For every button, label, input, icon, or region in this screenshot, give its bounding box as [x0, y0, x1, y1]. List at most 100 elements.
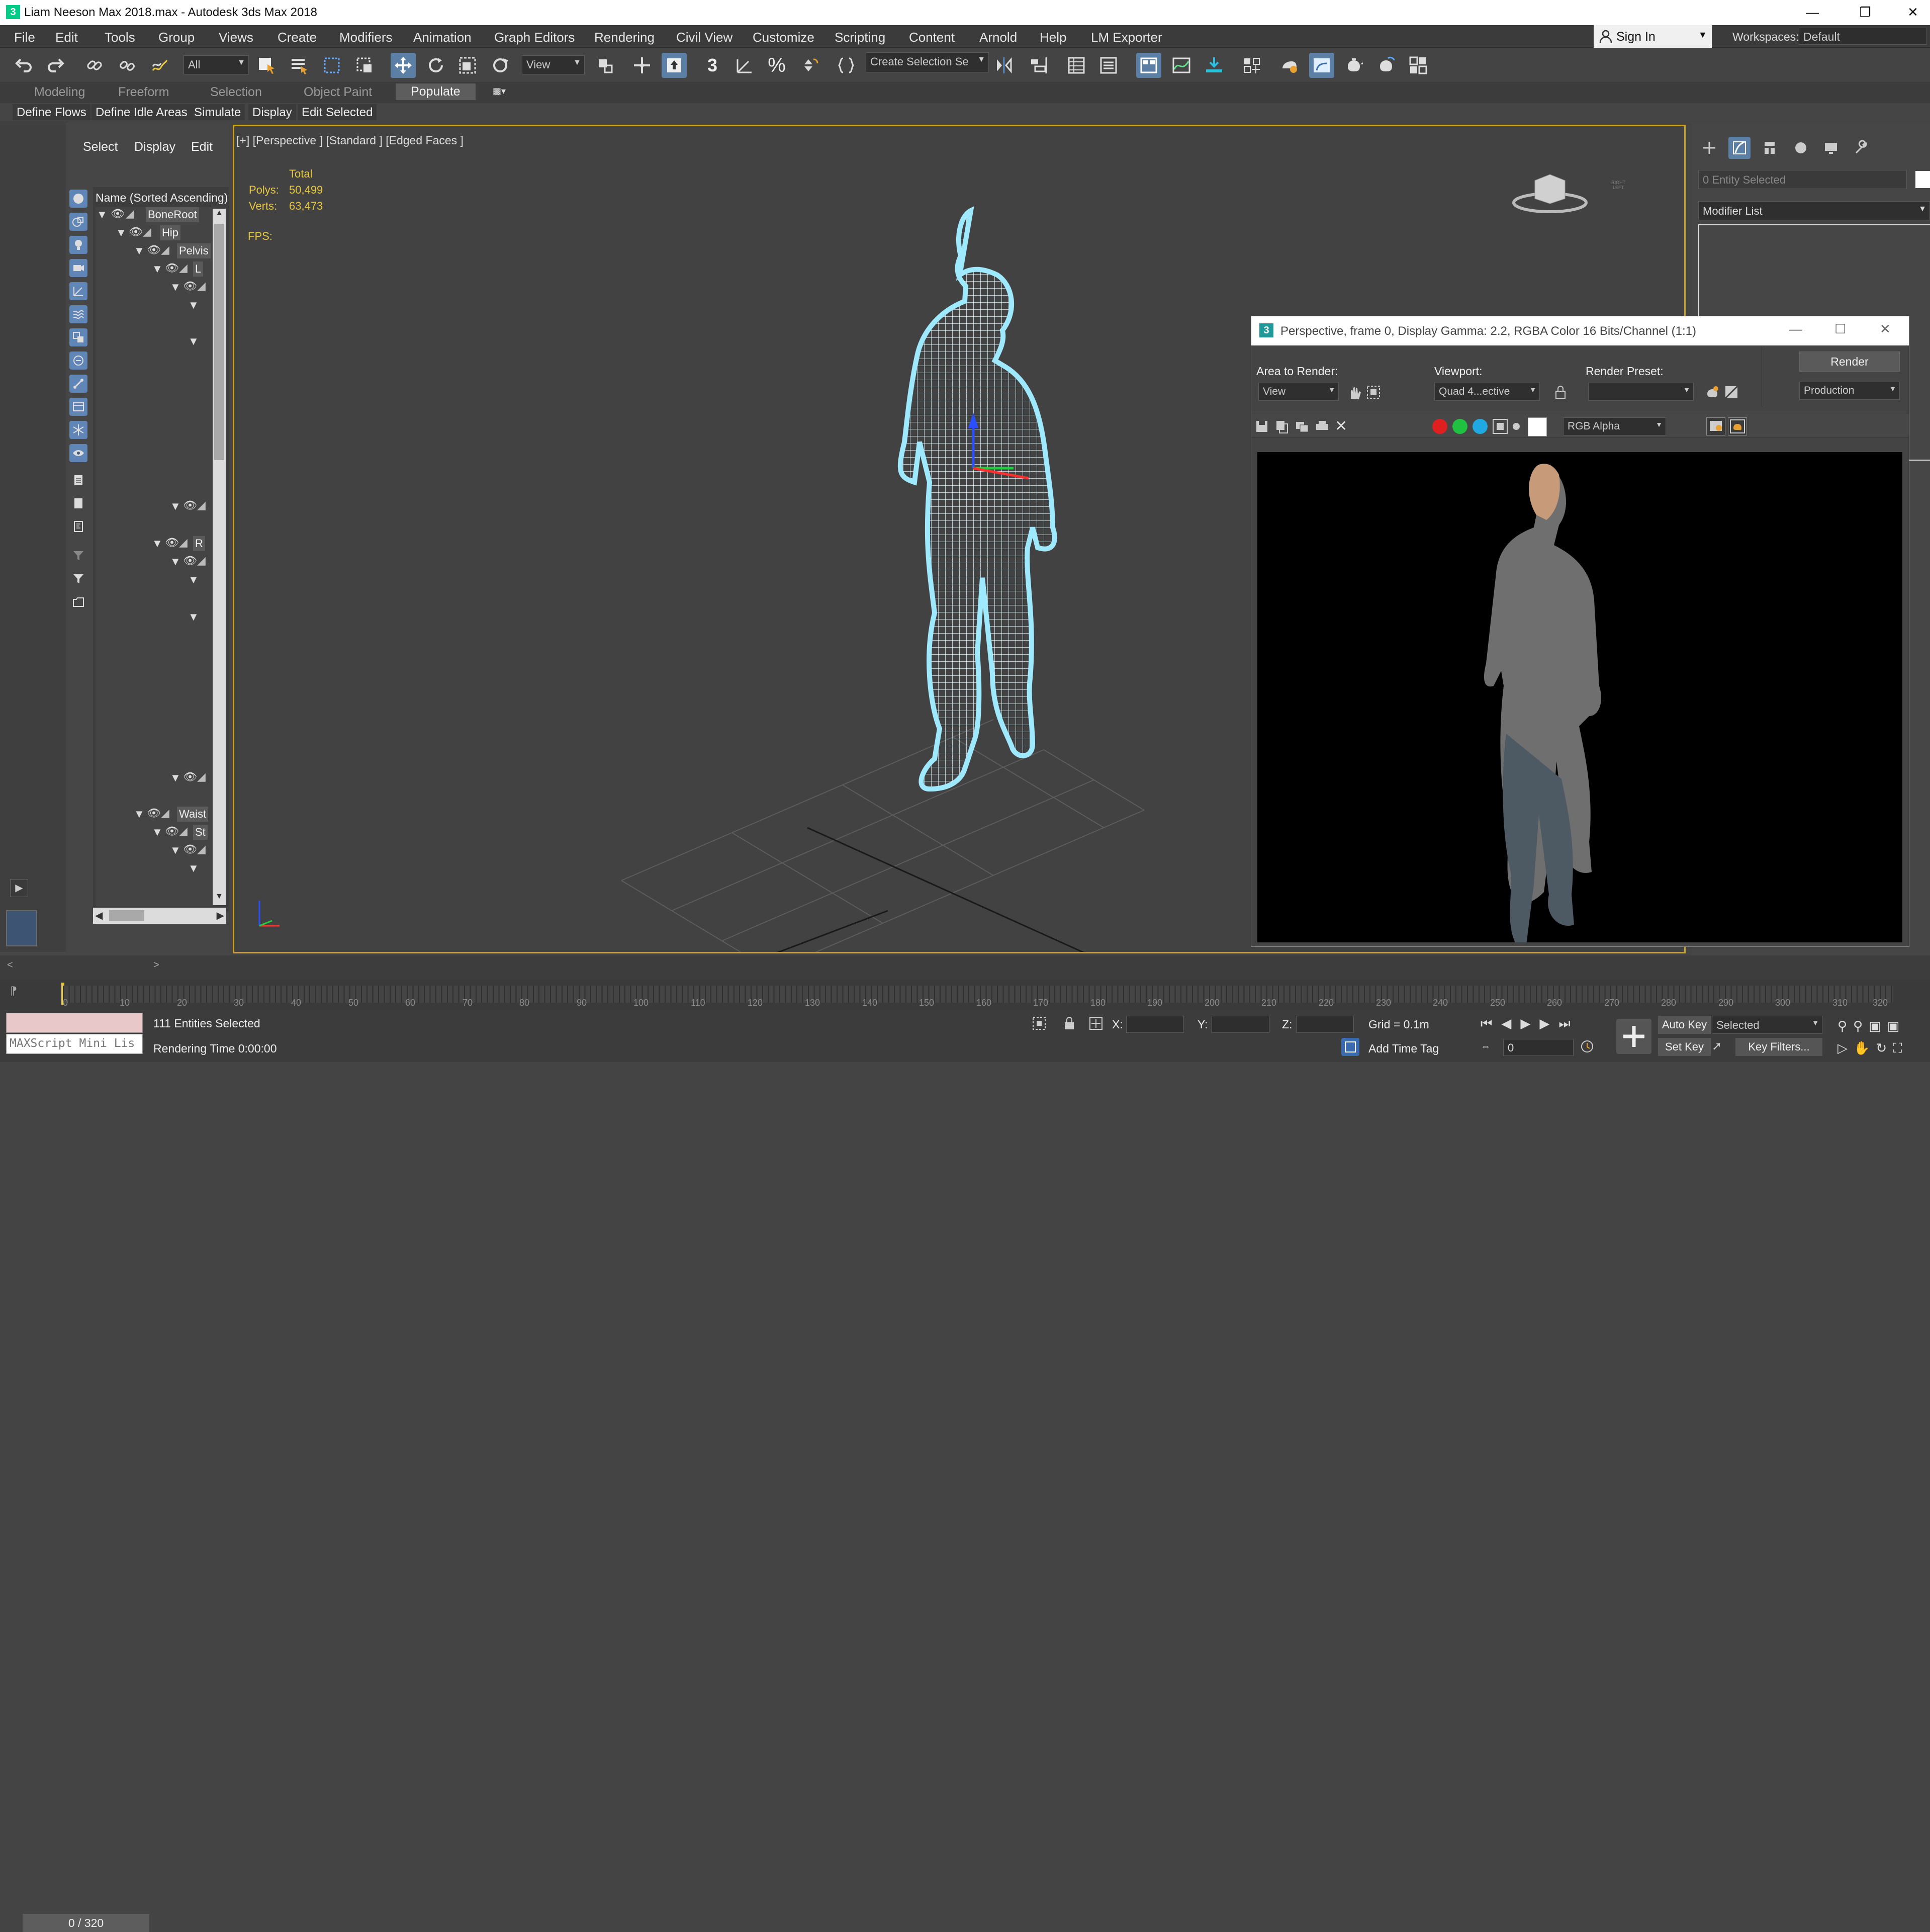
green-channel-toggle[interactable]	[1452, 419, 1467, 434]
display-cameras-button[interactable]	[69, 259, 87, 277]
mirror-button[interactable]	[991, 53, 1017, 78]
scene-menu-display[interactable]: Display	[134, 140, 175, 154]
tree-row[interactable]: ▼ 👁 ◢	[169, 554, 216, 571]
visibility-eye-icon[interactable]: 👁	[165, 536, 179, 549]
tab-modeling[interactable]: Modeling	[34, 85, 85, 100]
align-button[interactable]	[1026, 53, 1051, 78]
expand-panel-button[interactable]: ▶	[10, 879, 28, 897]
area-to-render-dropdown[interactable]: View ▼	[1258, 383, 1339, 401]
curve-editor-button[interactable]	[1169, 53, 1194, 78]
monochrome-toggle[interactable]	[1513, 423, 1520, 430]
sign-in-dropdown[interactable]: Sign In ▼	[1594, 25, 1712, 48]
tab-freeform[interactable]: Freeform	[118, 85, 169, 100]
select-and-scale-button[interactable]	[455, 53, 480, 78]
blue-channel-toggle[interactable]	[1473, 419, 1488, 434]
scene-menu-select[interactable]: Select	[83, 140, 118, 154]
rendered-frame-window-button[interactable]	[1309, 53, 1334, 78]
link-button[interactable]	[82, 53, 107, 78]
keyboard-shortcut-override-button[interactable]	[662, 53, 687, 78]
select-and-move-button[interactable]	[391, 53, 416, 78]
add-time-tag[interactable]: Add Time Tag	[1368, 1042, 1439, 1056]
display-containers-button[interactable]	[69, 398, 87, 416]
select-object-button[interactable]	[254, 53, 279, 78]
tree-row-hip[interactable]: ▼ 👁 ◢ Hip	[115, 225, 216, 242]
menu-civil-view[interactable]: Civil View	[676, 30, 732, 45]
auto-key-button[interactable]: Auto Key	[1658, 1016, 1711, 1034]
invert-display-button[interactable]	[69, 517, 87, 536]
track-bar[interactable]: ⁋ 0 10 20 30 40 50 60 70 80 90 100 110 1…	[0, 980, 1930, 1010]
menu-help[interactable]: Help	[1040, 30, 1066, 45]
next-frame-button[interactable]: ▶	[1539, 1016, 1558, 1031]
pan-icon[interactable]: ✋	[1854, 1040, 1876, 1056]
go-to-start-button[interactable]: ⏮	[1481, 1016, 1501, 1031]
tree-row-waist[interactable]: ▼ 👁 ◢ Waist	[133, 807, 216, 824]
auto-region-button[interactable]	[1366, 385, 1381, 400]
display-xrefs-button[interactable]	[69, 352, 87, 370]
render-in-cloud-button[interactable]	[1373, 53, 1399, 78]
toggle-ui-button[interactable]	[1728, 417, 1747, 435]
visibility-eye-icon[interactable]: 👁	[147, 243, 161, 256]
curve-editor-toggle-icon[interactable]: ⁋	[10, 985, 17, 998]
expand-arrow-icon[interactable]: ▼	[188, 335, 199, 348]
menu-edit[interactable]: Edit	[55, 30, 78, 45]
print-image-button[interactable]	[1315, 419, 1330, 434]
zoom-all-icon[interactable]: ⚲	[1853, 1018, 1869, 1033]
visibility-eye-icon[interactable]: 👁	[147, 807, 161, 820]
scene-menu-edit[interactable]: Edit	[191, 140, 213, 154]
expand-arrow-icon[interactable]: ▼	[170, 771, 181, 784]
maximize-button[interactable]: ❐	[1843, 0, 1888, 25]
modify-tab[interactable]	[1728, 137, 1751, 159]
filter-active-button[interactable]	[69, 570, 87, 588]
close-button[interactable]: ✕	[1880, 321, 1891, 337]
schematic-view-button[interactable]	[1202, 53, 1227, 78]
visibility-eye-icon[interactable]: 👁	[111, 207, 125, 220]
simulate-button[interactable]: Simulate	[190, 104, 245, 120]
orbit-icon[interactable]: ↻	[1876, 1040, 1893, 1056]
bind-space-warp-button[interactable]	[147, 53, 172, 78]
tab-populate[interactable]: Populate	[396, 83, 476, 100]
display-space-warps-button[interactable]	[69, 305, 87, 323]
toggle-ui-overlay-button[interactable]	[1706, 417, 1725, 435]
select-and-place-button[interactable]	[489, 53, 514, 78]
viewport-layout-tab[interactable]	[6, 910, 37, 946]
visibility-eye-icon[interactable]: 👁	[165, 261, 179, 275]
modifier-list-dropdown[interactable]: Modifier List ▼	[1698, 201, 1930, 220]
toggle-scene-explorer-button[interactable]	[1064, 53, 1089, 78]
visibility-eye-icon[interactable]: 👁	[183, 499, 197, 512]
tab-object-paint[interactable]: Object Paint	[304, 85, 372, 100]
tree-horizontal-scrollbar[interactable]: ◀ ▶	[93, 908, 226, 924]
tree-row[interactable]: ▼ 👁 ◢	[169, 280, 216, 297]
red-channel-toggle[interactable]	[1432, 419, 1447, 434]
scroll-left-arrow-icon[interactable]: ◀	[95, 909, 103, 922]
tree-row-r[interactable]: ▼ 👁 ◢ R	[151, 536, 216, 553]
maxscript-listener-pink[interactable]	[6, 1013, 143, 1033]
material-editor-button[interactable]	[1239, 53, 1264, 78]
view-cube[interactable]	[1512, 174, 1588, 213]
tree-row-pelvis[interactable]: ▼ 👁 ◢ Pelvis	[133, 243, 216, 260]
tree-row[interactable]: ▼ 👁 ◢	[169, 843, 216, 860]
menu-create[interactable]: Create	[278, 30, 317, 45]
expand-arrow-icon[interactable]: ▼	[170, 844, 181, 857]
expand-arrow-icon[interactable]: ▼	[188, 610, 199, 624]
scrollbar-thumb[interactable]	[214, 224, 224, 460]
display-shapes-button[interactable]	[69, 213, 87, 231]
tree-row-boneroot[interactable]: ▼ 👁 ◢ BoneRoot	[96, 207, 216, 224]
menu-animation[interactable]: Animation	[413, 30, 472, 45]
visibility-eye-icon[interactable]: 👁	[165, 825, 179, 838]
maximize-button[interactable]: ☐	[1834, 321, 1846, 337]
hierarchy-tab[interactable]	[1759, 137, 1781, 159]
define-flows-button[interactable]: Define Flows	[13, 104, 90, 120]
motion-tab[interactable]	[1790, 137, 1812, 159]
select-and-rotate-button[interactable]	[423, 53, 448, 78]
copy-image-button[interactable]	[1274, 419, 1290, 434]
key-mode-toggle-icon[interactable]: ⇔	[1481, 1041, 1494, 1054]
zoom-extents-icon[interactable]: ▣	[1869, 1018, 1887, 1033]
display-groups-button[interactable]	[69, 328, 87, 346]
edit-region-button[interactable]	[1347, 385, 1362, 400]
key-tangent-icon[interactable]: ➚	[1712, 1039, 1727, 1054]
visibility-eye-icon[interactable]: 👁	[183, 554, 197, 567]
edit-selected-button[interactable]: Edit Selected	[298, 104, 377, 120]
expand-arrow-icon[interactable]: ▼	[134, 808, 145, 821]
filter-toggle-button[interactable]	[69, 547, 87, 565]
zoom-icon[interactable]: ⚲	[1837, 1018, 1853, 1033]
